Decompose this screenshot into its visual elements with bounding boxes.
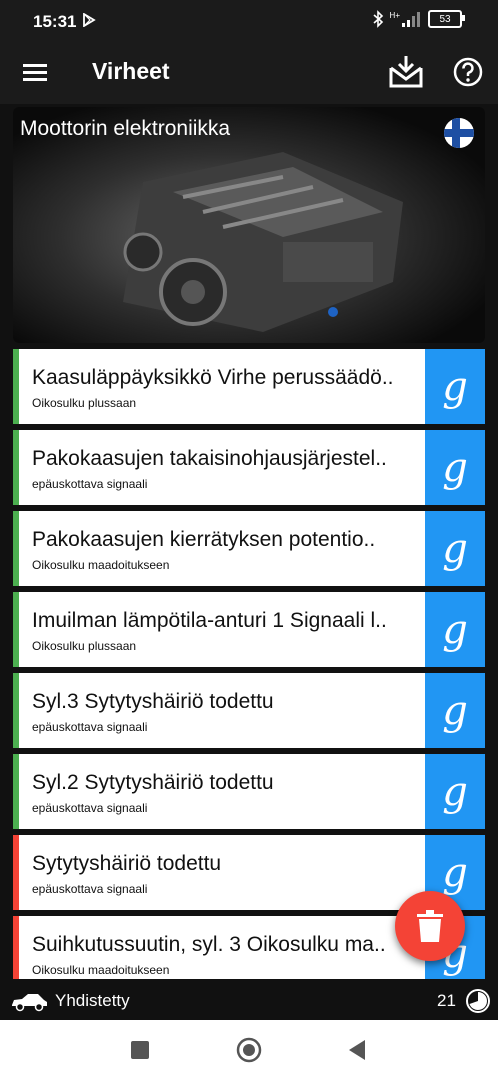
status-bar: 15:31 H+ 53 — [0, 0, 498, 44]
module-title: Moottorin elektroniikka — [20, 117, 231, 140]
clock: 15:31 — [33, 12, 77, 31]
battery-icon: 53 — [428, 10, 465, 28]
fault-item[interactable]: Syl.3 Sytytyshäiriö todettu epäuskottava… — [13, 673, 485, 748]
recents-icon[interactable] — [131, 1041, 149, 1059]
fault-subtitle: Oikosulku plussaan — [32, 639, 137, 653]
fault-item[interactable]: Pakokaasujen kierrätyksen potentio.. Oik… — [13, 511, 485, 586]
module-banner: Moottorin elektroniikka — [13, 107, 485, 343]
fault-item[interactable]: Kaasuläppäyksikkö Virhe perussäädö.. Oik… — [13, 349, 485, 424]
google-search-button[interactable]: g — [425, 754, 485, 829]
google-icon: g — [442, 525, 468, 572]
fault-item[interactable]: Imuilman lämpötila-anturi 1 Signaali l..… — [13, 592, 485, 667]
connection-status-bar: Yhdistetty 21 — [0, 982, 498, 1020]
fault-title: Sytytyshäiriö todettu — [32, 852, 222, 875]
google-icon: g — [442, 444, 468, 491]
page-title: Virheet — [92, 58, 170, 84]
google-icon: g — [442, 687, 468, 734]
fault-title: Syl.3 Sytytyshäiriö todettu — [32, 690, 274, 713]
fault-list[interactable]: Kaasuläppäyksikkö Virhe perussäädö.. Oik… — [13, 349, 485, 979]
download-inbox-icon[interactable] — [388, 54, 424, 90]
fault-item[interactable]: Pakokaasujen takaisinohjausjärjestel.. e… — [13, 430, 485, 505]
battery-level: 53 — [439, 13, 451, 25]
fault-subtitle: epäuskottava signaali — [32, 882, 148, 896]
fault-subtitle: Oikosulku plussaan — [32, 396, 137, 410]
bluetooth-icon — [373, 10, 383, 28]
google-search-button[interactable]: g — [425, 430, 485, 505]
progress-pie-icon — [466, 989, 490, 1013]
trash-icon — [417, 910, 443, 942]
fault-count: 21 — [437, 991, 456, 1010]
app-bar: Virheet — [0, 44, 498, 104]
finland-flag-icon[interactable] — [443, 117, 475, 149]
google-icon: g — [442, 606, 468, 653]
fault-subtitle: Oikosulku maadoitukseen — [32, 963, 170, 977]
fault-subtitle: epäuskottava signaali — [32, 801, 148, 815]
google-icon: g — [442, 768, 468, 815]
help-icon[interactable] — [452, 56, 484, 88]
google-search-button[interactable]: g — [425, 349, 485, 424]
network-type: H+ — [389, 10, 400, 20]
fault-title: Pakokaasujen kierrätyksen potentio.. — [32, 528, 376, 551]
signal-icon — [402, 12, 420, 27]
car-icon — [12, 994, 47, 1012]
fault-subtitle: epäuskottava signaali — [32, 720, 148, 734]
fault-subtitle: epäuskottava signaali — [32, 477, 148, 491]
play-store-icon — [83, 13, 96, 27]
google-icon: g — [442, 363, 468, 410]
fault-title: Imuilman lämpötila-anturi 1 Signaali l.. — [32, 609, 387, 632]
fault-title: Syl.2 Sytytyshäiriö todettu — [32, 771, 274, 794]
fault-title: Kaasuläppäyksikkö Virhe perussäädö.. — [32, 366, 394, 389]
fault-item[interactable]: Syl.2 Sytytyshäiriö todettu epäuskottava… — [13, 754, 485, 829]
connection-status: Yhdistetty — [55, 991, 130, 1010]
fault-title: Suihkutussuutin, syl. 3 Oikosulku ma.. — [32, 933, 386, 956]
back-icon[interactable] — [347, 1038, 367, 1062]
home-icon[interactable] — [236, 1037, 262, 1063]
google-search-button[interactable]: g — [425, 673, 485, 748]
delete-faults-button[interactable] — [395, 891, 465, 961]
fault-subtitle: Oikosulku maadoitukseen — [32, 558, 170, 572]
google-icon: g — [442, 849, 468, 896]
fault-title: Pakokaasujen takaisinohjausjärjestel.. — [32, 447, 387, 470]
google-search-button[interactable]: g — [425, 511, 485, 586]
menu-icon[interactable] — [20, 58, 50, 88]
system-nav-bar — [0, 1020, 498, 1080]
google-search-button[interactable]: g — [425, 592, 485, 667]
engine-image — [123, 152, 403, 332]
